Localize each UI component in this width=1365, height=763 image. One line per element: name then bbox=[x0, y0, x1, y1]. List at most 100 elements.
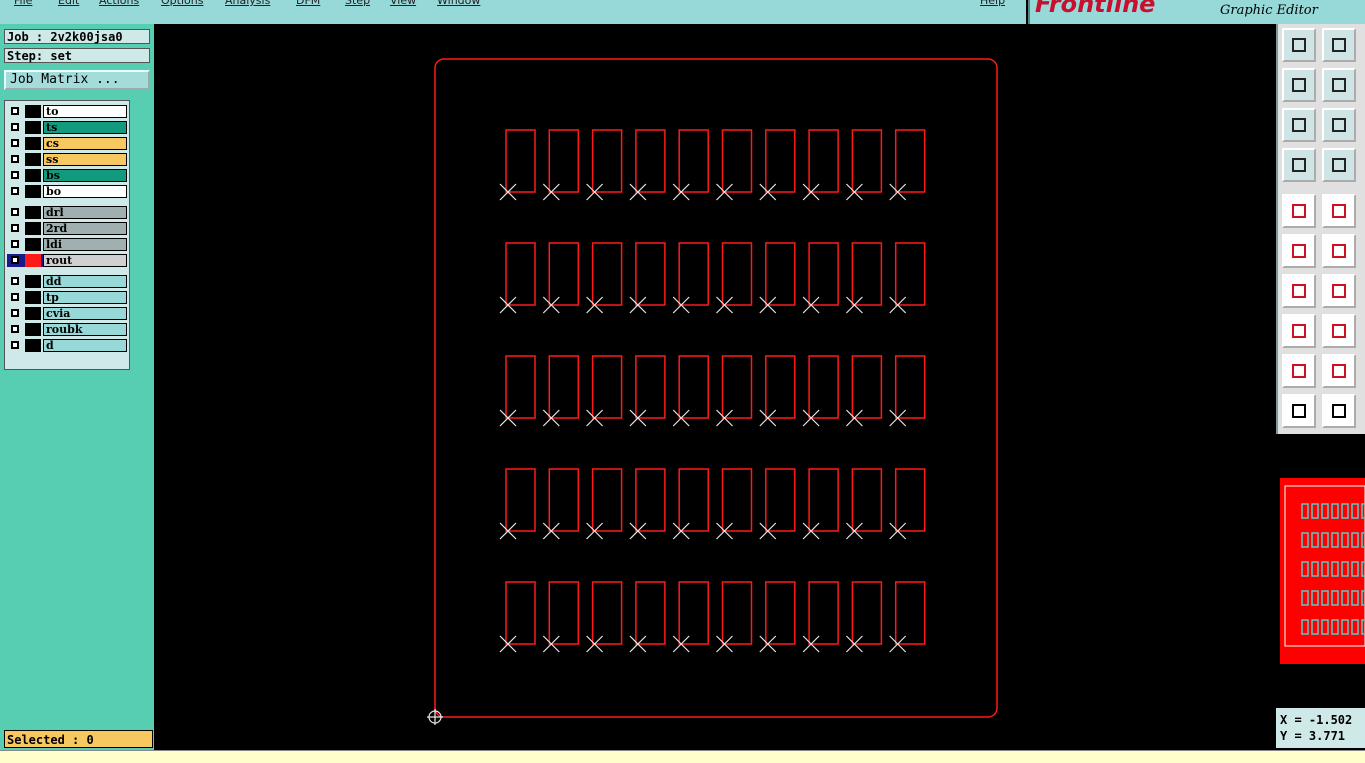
menu-step[interactable]: Step bbox=[345, 0, 370, 7]
rout-cutout bbox=[678, 468, 709, 532]
layer-row-drl[interactable]: drl bbox=[7, 206, 127, 219]
layer-label: bo bbox=[43, 185, 127, 198]
rout-cutout bbox=[548, 129, 580, 193]
layer-row-cvia[interactable]: cvia bbox=[7, 307, 127, 320]
zoom-home-icon[interactable] bbox=[1282, 28, 1316, 62]
rout-cutout bbox=[505, 581, 536, 645]
rout-cutout bbox=[591, 355, 623, 419]
grid-icon[interactable] bbox=[1322, 148, 1356, 182]
angle-icon[interactable] bbox=[1282, 354, 1316, 388]
select-icon[interactable] bbox=[1282, 394, 1316, 428]
zoom-right-icon[interactable] bbox=[1322, 68, 1356, 102]
layer-label: d bbox=[43, 339, 127, 352]
layer-checkbox[interactable] bbox=[11, 107, 19, 115]
graphic-canvas[interactable] bbox=[154, 24, 1276, 752]
layer-row-ts[interactable]: ts bbox=[7, 121, 127, 134]
step-name: Step: set bbox=[4, 48, 150, 63]
menu-file[interactable]: File bbox=[14, 0, 32, 7]
move-icon[interactable] bbox=[1282, 194, 1316, 228]
layer-checkbox[interactable] bbox=[11, 293, 19, 301]
layer-checkbox[interactable] bbox=[11, 224, 19, 232]
layer-row-to[interactable]: to bbox=[7, 105, 127, 118]
layer-checkbox[interactable] bbox=[11, 139, 19, 147]
layer-row-ss[interactable]: ss bbox=[7, 153, 127, 166]
menu-edit[interactable]: Edit bbox=[58, 0, 79, 7]
line-snap-icon[interactable] bbox=[1322, 274, 1356, 308]
layer-row-2rd[interactable]: 2rd bbox=[7, 222, 127, 235]
measure-icon[interactable] bbox=[1282, 148, 1316, 182]
menu-actions[interactable]: Actions bbox=[99, 0, 139, 7]
menu-help[interactable]: Help bbox=[980, 0, 1005, 7]
layer-checkbox[interactable] bbox=[11, 240, 19, 248]
layer-checkbox[interactable] bbox=[11, 208, 19, 216]
select-icon-glyph bbox=[1292, 404, 1306, 418]
menu-window[interactable]: Window bbox=[437, 0, 480, 7]
layer-checkbox[interactable] bbox=[11, 187, 19, 195]
layer-row-tp[interactable]: tp bbox=[7, 291, 127, 304]
menu-options[interactable]: Options bbox=[161, 0, 203, 7]
zoom-home-icon-glyph bbox=[1292, 38, 1306, 52]
rout-cutout bbox=[721, 581, 753, 645]
rout-cutout bbox=[548, 242, 580, 306]
network-icon[interactable] bbox=[1282, 234, 1316, 268]
layer-checkbox[interactable] bbox=[11, 256, 19, 264]
zoom-left-icon[interactable] bbox=[1282, 68, 1316, 102]
zoom-left-icon-glyph bbox=[1292, 78, 1306, 92]
resize-icon-glyph bbox=[1332, 204, 1346, 218]
layer-checkbox[interactable] bbox=[11, 123, 19, 131]
pan-icon-glyph bbox=[1332, 118, 1346, 132]
layer-label: bs bbox=[43, 169, 127, 182]
rout-cutout bbox=[505, 242, 536, 306]
layer-label: cs bbox=[43, 137, 127, 150]
layer-color-indicator bbox=[25, 153, 41, 166]
menu-view[interactable]: View bbox=[390, 0, 416, 7]
layer-checkbox[interactable] bbox=[11, 277, 19, 285]
layer-row-bs[interactable]: bs bbox=[7, 169, 127, 182]
layer-row-roubk[interactable]: roubk bbox=[7, 323, 127, 336]
snap-icon-glyph bbox=[1332, 244, 1346, 258]
rout-cutout bbox=[894, 581, 926, 645]
layer-row-dd[interactable]: dd bbox=[7, 275, 127, 288]
snap-icon[interactable] bbox=[1322, 234, 1356, 268]
angle-fill-icon[interactable] bbox=[1322, 354, 1356, 388]
angle-fill-icon-glyph bbox=[1332, 364, 1346, 378]
zoom-extent-icon[interactable] bbox=[1282, 108, 1316, 142]
layer-checkbox[interactable] bbox=[11, 171, 19, 179]
layer-checkbox[interactable] bbox=[11, 341, 19, 349]
rout-cutout bbox=[721, 242, 753, 306]
layer-row-ldi[interactable]: ldi bbox=[7, 238, 127, 251]
layer-label: ts bbox=[43, 121, 127, 134]
line-icon-glyph bbox=[1292, 284, 1306, 298]
rout-cutout bbox=[591, 129, 623, 193]
layer-checkbox[interactable] bbox=[11, 155, 19, 163]
layer-label: ldi bbox=[43, 238, 127, 251]
menu-dfm[interactable]: DFM bbox=[296, 0, 320, 7]
resize-icon[interactable] bbox=[1322, 194, 1356, 228]
layer-row-cs[interactable]: cs bbox=[7, 137, 127, 150]
zoom-right-icon-glyph bbox=[1332, 78, 1346, 92]
rout-cutout bbox=[894, 355, 926, 419]
layer-row-bo[interactable]: bo bbox=[7, 185, 127, 198]
zoom-fit-icon[interactable] bbox=[1322, 28, 1356, 62]
rout-cutout bbox=[635, 581, 666, 645]
rout-cutout bbox=[851, 129, 883, 193]
layer-row-rout[interactable]: rout bbox=[7, 254, 127, 267]
menu-analysis[interactable]: Analysis bbox=[225, 0, 270, 7]
layer-color-indicator bbox=[25, 169, 41, 182]
pad-icon[interactable] bbox=[1282, 314, 1316, 348]
layer-label: dd bbox=[43, 275, 127, 288]
rout-cutout bbox=[765, 355, 796, 419]
layer-checkbox[interactable] bbox=[11, 309, 19, 317]
select-box-icon[interactable] bbox=[1322, 394, 1356, 428]
job-matrix-button[interactable]: Job Matrix ... bbox=[4, 70, 150, 90]
rout-cutout bbox=[548, 355, 580, 419]
layer-row-d[interactable]: d bbox=[7, 339, 127, 352]
layer-checkbox[interactable] bbox=[11, 325, 19, 333]
line-icon[interactable] bbox=[1282, 274, 1316, 308]
rout-cutout bbox=[808, 242, 839, 306]
overview-preview[interactable] bbox=[1278, 476, 1365, 664]
origin-crosshair bbox=[427, 709, 443, 725]
pan-icon[interactable] bbox=[1322, 108, 1356, 142]
dash-icon[interactable] bbox=[1322, 314, 1356, 348]
layer-color-indicator bbox=[25, 307, 41, 320]
